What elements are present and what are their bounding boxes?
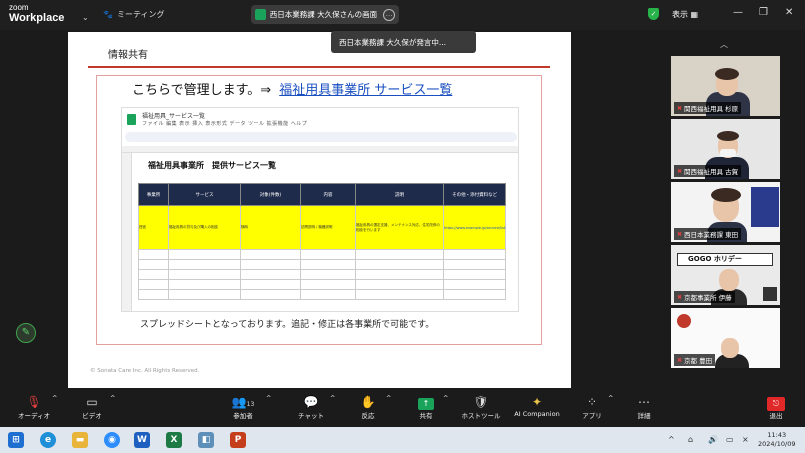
participants-button[interactable]: 👥13 参加者	[226, 394, 260, 420]
host-tools-button[interactable]: 🛡 ホストツール	[460, 394, 502, 420]
security-shield-icon[interactable]: ✓	[648, 8, 659, 20]
shared-screen: 情報共有 こちらで管理します。⇒ 福祉用具事業所 サービス一覧 福祉用具_サービス…	[68, 32, 571, 388]
restore-icon[interactable]: ❐	[759, 7, 768, 18]
network-icon[interactable]: ⌂	[688, 435, 693, 444]
chevron-up-icon[interactable]: ^	[266, 394, 271, 402]
slide-headline: こちらで管理します。⇒ 福祉用具事業所 サービス一覧	[132, 83, 453, 98]
participant-tile[interactable]: ✖ 西日本業務課 東田	[671, 182, 780, 242]
gallery-scroll-up-icon[interactable]: ︿	[720, 39, 728, 50]
table-header-row: 事業所 サービス 対象(件数) 内容 説明 その他・添付資料など	[138, 183, 507, 206]
system-clock[interactable]: 11:43 2024/10/09	[758, 431, 795, 449]
meeting-info-button[interactable]: 🐾 ミーティング	[103, 9, 165, 20]
table-row	[138, 289, 507, 300]
chat-button[interactable]: 💬 チャット	[296, 394, 326, 420]
minimize-icon[interactable]: —	[733, 7, 743, 18]
app-icon[interactable]: ◧	[198, 432, 214, 448]
windows-start-icon[interactable]: ⊞	[8, 432, 24, 448]
video-icon: ▭	[86, 395, 98, 409]
close-icon[interactable]: ✕	[785, 7, 793, 18]
mic-muted-icon: ✖	[677, 104, 683, 112]
table-row	[138, 269, 507, 280]
audio-button[interactable]: 🎙 オーディオ	[16, 394, 52, 420]
volume-icon[interactable]: 🔊	[708, 435, 718, 444]
ai-companion-button[interactable]: ✦ AI Companion	[511, 394, 563, 418]
zoom-window: zoom Workplace ⌄ 🐾 ミーティング 西日本業務課 大久保さんの画…	[0, 0, 805, 453]
sheet-menu: 福祉用具_サービス一覧 ファイル 編集 表示 挿入 表示形式 データ ツール 拡…	[122, 108, 518, 130]
share-screen-icon	[255, 9, 266, 20]
mic-muted-icon: 🎙	[26, 395, 42, 409]
chevron-up-icon[interactable]: ^	[330, 394, 335, 402]
share-button[interactable]: ↑ 共有	[414, 394, 438, 420]
react-button[interactable]: ✋ 反応	[356, 394, 380, 420]
chevron-up-icon[interactable]: ^	[386, 394, 391, 402]
participants-icon: 👥13	[231, 395, 255, 409]
share-icon: ↑	[418, 398, 434, 410]
chevron-up-icon[interactable]: ^	[668, 435, 675, 444]
table-row	[138, 259, 507, 270]
battery-icon[interactable]: ▭	[726, 435, 734, 444]
row-numbers	[122, 153, 132, 311]
service-list-link[interactable]: 福祉用具事業所 サービス一覧	[279, 83, 452, 98]
participant-tile[interactable]: GOGO ホリデー ✖ 京都事業所 伊藤	[671, 245, 780, 305]
more-icon: ⋯	[638, 395, 650, 409]
service-table: 事業所 サービス 対象(件数) 内容 説明 その他・添付資料など 西宮 福祉用具…	[138, 183, 507, 300]
slide-title: 情報共有	[108, 50, 148, 61]
divider	[88, 66, 550, 68]
chevron-up-icon[interactable]: ^	[608, 394, 613, 402]
mic-muted-icon: ✖	[677, 230, 683, 238]
participant-tile[interactable]: ✖ 関西福祉用具 杉原	[671, 56, 780, 116]
speaking-tooltip: 西日本業務課 大久保が発言中...	[331, 31, 476, 53]
sheet-title: 福祉用具事業所 提供サービス一覧	[148, 161, 276, 170]
powerpoint-icon[interactable]: P	[230, 432, 246, 448]
mic-muted-icon: ✖	[677, 356, 683, 364]
video-button[interactable]: ▭ ビデオ	[76, 394, 108, 420]
word-icon[interactable]: W	[134, 432, 150, 448]
participant-tile[interactable]: ✖ 京都 豊田	[671, 308, 780, 368]
sparkle-icon: ✦	[531, 395, 543, 409]
sheets-icon	[127, 114, 136, 125]
table-row: 西宮 福祉用具の貸与及び購入の相談 随時 訪問説明 / 機器説明 福祉用具の選定…	[138, 205, 507, 250]
chat-icon: 💬	[303, 395, 319, 409]
mute-icon[interactable]: ×	[742, 435, 749, 444]
mic-muted-icon: ✖	[677, 167, 683, 175]
chevron-up-icon[interactable]: ^	[110, 394, 115, 402]
slide-caption: スプレッドシートとなっております。追記・修正は各事業所で可能です。	[140, 320, 435, 330]
chevron-up-icon[interactable]: ^	[443, 394, 448, 402]
options-icon[interactable]: …	[383, 8, 395, 21]
annotate-pen-icon[interactable]: ✎	[16, 323, 36, 343]
hand-icon: ✋	[360, 395, 376, 409]
chevron-up-icon[interactable]: ^	[52, 394, 57, 402]
leave-icon: ⎋	[767, 397, 785, 411]
top-bar: zoom Workplace ⌄ 🐾 ミーティング 西日本業務課 大久保さんの画…	[0, 0, 805, 30]
edge-icon[interactable]: e	[40, 432, 56, 448]
column-header	[122, 146, 518, 153]
paw-icon: 🐾	[103, 10, 113, 19]
table-row	[138, 279, 507, 290]
folder-icon[interactable]: ▬	[72, 432, 88, 448]
excel-icon[interactable]: X	[166, 432, 182, 448]
apps-icon: ⁘	[586, 395, 598, 409]
chevron-down-icon[interactable]: ⌄	[82, 13, 89, 23]
view-button[interactable]: 表示 ▦	[672, 9, 698, 20]
screen-share-indicator[interactable]: 西日本業務課 大久保さんの画面 …	[251, 5, 399, 24]
meeting-toolbar: 🎙 オーディオ ^ ▭ ビデオ ^ 👥13 参加者 ^ 💬 チャット ^ ✋ 反…	[0, 390, 805, 425]
zoom-app-icon[interactable]: ◉	[104, 432, 120, 448]
copyright: © Sonata Care Inc. All Rights Reserved.	[90, 368, 200, 374]
apps-button[interactable]: ⁘ アプリ	[580, 394, 604, 420]
participant-tile[interactable]: ✖ 関西福祉用具 古賀	[671, 119, 780, 179]
windows-taskbar: ⊞ e ▬ ◉ W X ◧ P ^ ⌂ 🔊 ▭ × 11:43 2024/10/…	[0, 427, 805, 453]
shield-icon: 🛡	[473, 395, 489, 409]
table-row	[138, 249, 507, 260]
mic-muted-icon: ✖	[677, 293, 683, 301]
leave-button[interactable]: ⎋ 退出	[764, 394, 788, 420]
sheet-toolbar	[125, 132, 517, 142]
more-button[interactable]: ⋯ 詳細	[632, 394, 656, 420]
spreadsheet-screenshot: 福祉用具_サービス一覧 ファイル 編集 表示 挿入 表示形式 データ ツール 拡…	[121, 107, 519, 312]
zoom-logo: zoom Workplace ⌄	[9, 3, 89, 24]
